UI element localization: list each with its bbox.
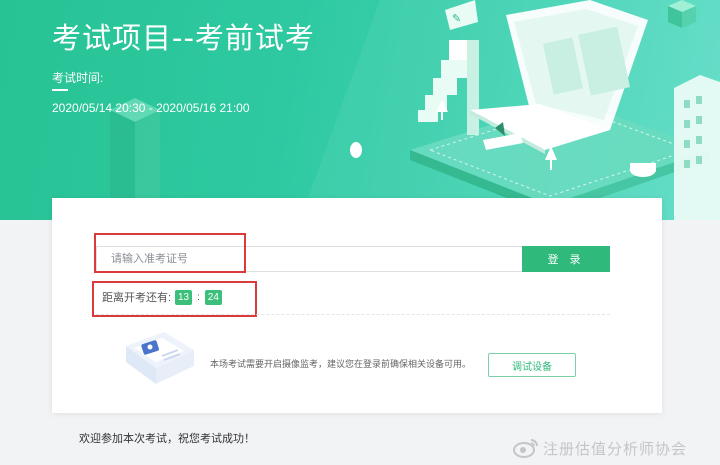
cup [630,163,656,177]
cube-top-right [668,0,696,28]
weibo-icon [513,439,538,458]
countdown-highlight-box [92,281,257,317]
exam-time-label: 考试时间: [52,71,104,85]
page-title: 考试项目--考前试考 [52,21,315,55]
building-right [674,75,720,220]
hero-banner: ✎ 考试项目--考前试考 考试时间: 2020/05/14 20:30 - 20… [0,0,720,220]
camera-notice: 本场考试需要开启摄像监考，建议您在登录前确保相关设备可用。 [210,359,472,369]
test-device-button[interactable]: 调试设备 [488,353,576,377]
camera-device-icon [126,332,194,384]
divider [96,314,610,315]
login-button[interactable]: 登 录 [522,246,610,272]
watermark: 注册估值分析师协会 [513,436,687,460]
title-underline [52,89,68,91]
welcome-message: 欢迎参加本次考试，祝您考试成功！ [79,433,255,445]
exam-time-range: 2020/05/14 20:30 - 2020/05/16 21:00 [52,101,250,115]
login-card: 登 录 距离开考还有: 13 : 24 本场考试需要开启摄像监考，建议您在登录前… [52,198,662,413]
watermark-text: 注册估值分析师协会 [543,439,688,458]
svg-text:✎: ✎ [452,12,461,25]
input-highlight-box [94,233,246,273]
